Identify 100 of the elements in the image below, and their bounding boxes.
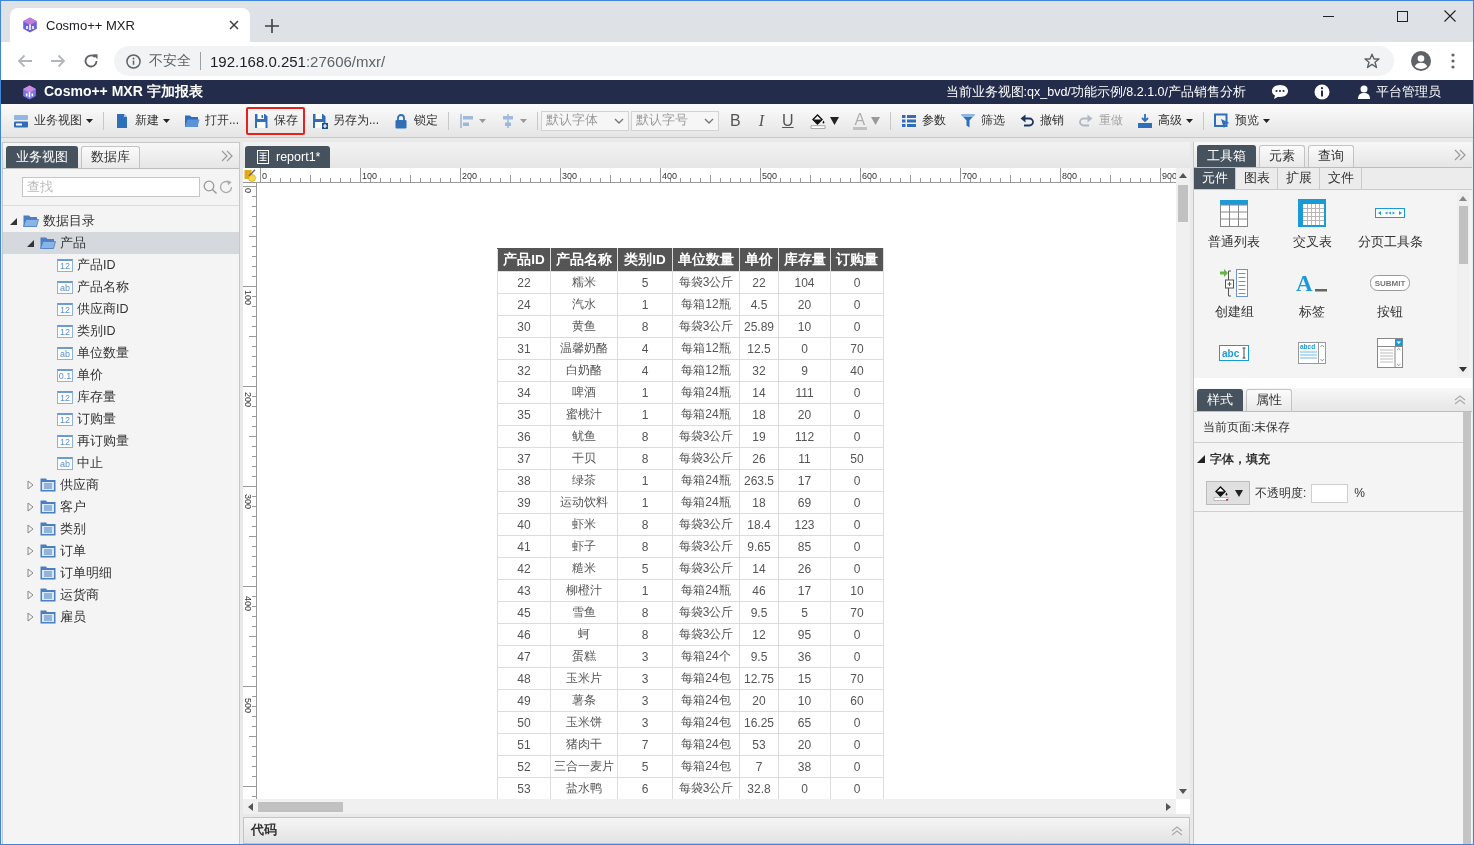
underline-button[interactable]: U — [773, 106, 803, 135]
back-arrow-icon[interactable] — [17, 54, 33, 68]
collapsed-arrow-icon[interactable] — [27, 524, 34, 534]
advanced-menu-button[interactable]: 高级 — [1130, 106, 1201, 135]
collapse-icon[interactable] — [221, 149, 233, 162]
refresh-icon[interactable] — [219, 180, 233, 194]
tree-item[interactable]: ab 产品名称 — [3, 276, 239, 298]
tree-item[interactable]: 雇员 — [3, 606, 239, 628]
tree-item[interactable]: ab 中止 — [3, 452, 239, 474]
address-bar[interactable]: 不安全 192.168.0.251:27606/mxr/ — [114, 46, 1394, 76]
scroll-up-icon[interactable] — [1179, 173, 1187, 178]
vertical-scrollbar[interactable] — [1457, 192, 1469, 376]
profile-avatar-icon[interactable] — [1411, 51, 1431, 71]
tree-item[interactable]: 12 产品ID — [3, 254, 239, 276]
category-tab[interactable]: 图表 — [1236, 168, 1278, 189]
minimize-icon[interactable] — [1323, 15, 1334, 17]
collapsed-arrow-icon[interactable] — [27, 568, 34, 578]
scroll-right-icon[interactable] — [1166, 802, 1171, 811]
toolbox-item[interactable]: 交叉表 — [1273, 190, 1351, 260]
panel-tab[interactable]: 属性 — [1246, 389, 1292, 411]
toolbox-item[interactable]: 创建组 — [1195, 260, 1273, 330]
panel-tab[interactable]: 查询 — [1308, 145, 1354, 167]
tree-item[interactable]: 12 再订购量 — [3, 430, 239, 452]
search-icon[interactable] — [203, 180, 217, 194]
tree-item[interactable]: ab 单位数量 — [3, 342, 239, 364]
toolbox-item[interactable]: 分页工具条 — [1351, 190, 1429, 260]
document-tab[interactable]: report1* — [245, 146, 331, 168]
expanded-arrow-icon[interactable] — [27, 239, 34, 247]
maximize-icon[interactable] — [1397, 10, 1408, 22]
tree-item[interactable]: 运货商 — [3, 584, 239, 606]
tree-item[interactable]: 12 库存量 — [3, 386, 239, 408]
tree-item[interactable]: 类别 — [3, 518, 239, 540]
italic-button[interactable]: I — [749, 106, 774, 135]
scrollbar-thumb[interactable] — [258, 801, 343, 812]
panel-tab[interactable]: 样式 — [1197, 389, 1243, 411]
reload-icon[interactable] — [83, 53, 99, 69]
collapse-up-icon[interactable] — [1454, 394, 1466, 405]
vertical-scrollbar[interactable] — [1176, 168, 1190, 799]
collapsed-arrow-icon[interactable] — [27, 502, 34, 512]
scroll-down-icon[interactable] — [1179, 789, 1187, 794]
scrollbar-thumb[interactable] — [1178, 185, 1188, 222]
tree-item[interactable]: 供应商 — [3, 474, 239, 496]
save-as-button[interactable]: 另存为... — [305, 106, 387, 135]
opacity-input[interactable] — [1311, 483, 1349, 503]
tree-item[interactable]: 订单 — [3, 540, 239, 562]
tree-item[interactable]: 数据目录 — [3, 210, 239, 232]
close-icon[interactable] — [1444, 10, 1456, 22]
view-menu-button[interactable]: 业务视图 — [6, 106, 100, 135]
code-panel-header[interactable]: 代码 — [243, 817, 1190, 844]
scroll-up-icon[interactable] — [1459, 196, 1467, 201]
category-tab[interactable]: 扩展 — [1278, 168, 1320, 189]
forward-arrow-icon[interactable] — [50, 54, 66, 68]
panel-tab[interactable]: 工具箱 — [1197, 145, 1256, 167]
menu-icon[interactable] — [1451, 53, 1455, 69]
panel-tab[interactable]: 业务视图 — [6, 146, 78, 168]
toolbox-item[interactable]: A 标签 — [1273, 260, 1351, 330]
plus-icon[interactable] — [265, 18, 279, 33]
tree-item[interactable]: 12 订购量 — [3, 408, 239, 430]
collapsed-arrow-icon[interactable] — [27, 590, 34, 600]
tree-item[interactable]: 12 供应商ID — [3, 298, 239, 320]
close-icon[interactable] — [229, 20, 239, 30]
toolbox-item[interactable]: SUBMIT 按钮 — [1351, 260, 1429, 330]
bold-button[interactable]: B — [721, 106, 750, 135]
star-icon[interactable] — [1364, 53, 1380, 69]
filter-button[interactable]: 筛选 — [953, 106, 1013, 135]
expanded-arrow-icon[interactable] — [10, 217, 17, 225]
tree-item[interactable]: 产品 — [3, 232, 239, 254]
user-menu[interactable]: 平台管理员 — [1358, 83, 1441, 101]
panel-tab[interactable]: 元素 — [1259, 145, 1305, 167]
collapse-icon[interactable] — [1454, 148, 1466, 161]
scroll-down-icon[interactable] — [1459, 367, 1467, 372]
tree-item[interactable]: 0.1 单价 — [3, 364, 239, 386]
category-tab[interactable]: 元件 — [1194, 168, 1236, 189]
panel-tab[interactable]: 数据库 — [81, 146, 140, 168]
expand-up-icon[interactable] — [1171, 825, 1183, 836]
collapsed-arrow-icon[interactable] — [27, 546, 34, 556]
browser-tab[interactable]: Cosmo++ MXR — [10, 8, 250, 42]
collapsed-arrow-icon[interactable] — [27, 612, 34, 622]
lock-button[interactable]: 锁定 — [386, 106, 446, 135]
category-tab[interactable]: 文件 — [1320, 168, 1362, 189]
expanded-arrow-icon[interactable] — [1197, 455, 1205, 463]
chat-bubble-icon[interactable] — [1271, 84, 1289, 100]
vertical-scrollbar[interactable] — [1463, 412, 1471, 844]
open-button[interactable]: 打开... — [177, 106, 246, 135]
fill-color-button[interactable] — [1206, 481, 1250, 505]
undo-button[interactable]: 撤销 — [1012, 106, 1072, 135]
scrollbar-thumb[interactable] — [1458, 206, 1468, 264]
info-icon[interactable] — [1314, 84, 1330, 100]
save-button[interactable]: 保存 — [246, 106, 305, 135]
new-button[interactable]: 新建 — [107, 106, 177, 135]
search-field[interactable]: 查找 — [22, 177, 200, 197]
section-header[interactable]: 字体，填充 — [1194, 443, 1463, 475]
collapsed-arrow-icon[interactable] — [27, 480, 34, 490]
tree-item[interactable]: 订单明细 — [3, 562, 239, 584]
scroll-left-icon[interactable] — [248, 802, 253, 811]
tree-item[interactable]: 客户 — [3, 496, 239, 518]
preview-button[interactable]: 预览 — [1207, 106, 1278, 135]
tree-item[interactable]: 12 类别ID — [3, 320, 239, 342]
parameters-button[interactable]: 参数 — [894, 106, 954, 135]
horizontal-scrollbar[interactable] — [243, 799, 1176, 814]
